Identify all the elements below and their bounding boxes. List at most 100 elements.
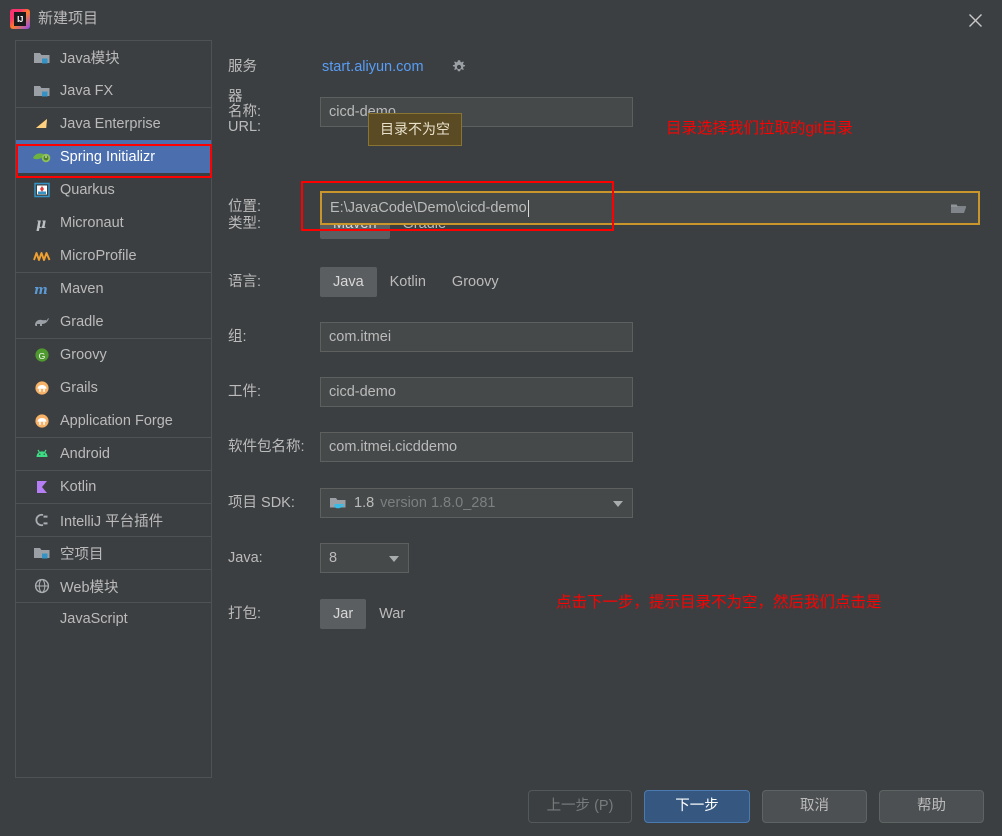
intellij-idea-icon: IJ (10, 9, 30, 29)
annotation-top: 目录选择我们拉取的git目录 (666, 120, 853, 137)
packaging-option-jar[interactable]: Jar (320, 599, 367, 629)
name-input[interactable]: cicd-demo (320, 97, 633, 127)
sidebar-item-javafx[interactable]: Java FX (16, 74, 211, 107)
sidebar-item-label: Kotlin (60, 479, 97, 495)
name-label: 名称: (228, 104, 262, 120)
project-type-list[interactable]: Java模块 Java FX Java Enterprise Spring In… (15, 40, 212, 778)
validation-tooltip: 目录不为空 (368, 113, 462, 146)
sidebar-item-java-enterprise[interactable]: Java Enterprise (16, 107, 211, 140)
close-icon[interactable] (956, 4, 994, 36)
android-icon (32, 444, 52, 464)
javafx-icon (32, 81, 52, 101)
sidebar-item-kotlin[interactable]: Kotlin (16, 470, 211, 503)
sidebar-item-web-module[interactable]: Web模块 (16, 569, 211, 602)
server-url-link[interactable]: start.aliyun.com (322, 52, 424, 82)
sidebar-item-empty-project[interactable]: 空项目 (16, 536, 211, 569)
project-settings-form: 服务器 URL: start.aliyun.com 名称: cicd-demo … (228, 40, 988, 780)
sidebar-item-label: Groovy (60, 347, 107, 363)
group-input[interactable]: com.itmei (320, 322, 633, 352)
help-button[interactable]: 帮助 (879, 790, 984, 823)
sidebar-item-label: IntelliJ 平台插件 (60, 513, 164, 530)
sidebar-item-label: Gradle (60, 313, 104, 330)
sidebar-item-label: Application Forge (60, 412, 173, 429)
page-title: 新建项目 (38, 10, 99, 27)
next-button[interactable]: 下一步 (644, 790, 750, 823)
microprofile-icon (32, 246, 52, 266)
sidebar-item-quarkus[interactable]: Quarkus (16, 173, 211, 206)
java-enterprise-icon (32, 114, 52, 134)
sidebar-item-label: Java Enterprise (60, 116, 161, 132)
packaging-label: 打包: (228, 606, 262, 622)
maven-icon: m (32, 279, 52, 299)
language-option-kotlin[interactable]: Kotlin (377, 267, 439, 297)
sidebar-item-javascript[interactable]: JavaScript (16, 602, 211, 635)
gradle-icon (32, 312, 52, 332)
cancel-button[interactable]: 取消 (762, 790, 867, 823)
intellij-plugin-icon (32, 510, 52, 530)
sidebar-item-microprofile[interactable]: MicroProfile (16, 239, 211, 272)
title-bar: IJ 新建项目 (0, 0, 1002, 38)
sidebar-item-spring-initializr[interactable]: Spring Initializr (16, 140, 211, 173)
web-module-icon (32, 576, 52, 596)
location-label: 位置: (228, 199, 262, 215)
jdk-folder-icon (329, 495, 347, 511)
sidebar-item-maven[interactable]: m Maven (16, 272, 211, 305)
sidebar-item-label: 空项目 (60, 546, 104, 563)
sidebar-item-intellij-plugin[interactable]: IntelliJ 平台插件 (16, 503, 211, 536)
language-option-java[interactable]: Java (320, 267, 377, 297)
micronaut-icon: μ (32, 213, 52, 233)
sidebar-item-grails[interactable]: Grails (16, 371, 211, 404)
dialog-button-bar: 上一步 (P) 下一步 取消 帮助 (0, 790, 1002, 836)
grails-icon (32, 378, 52, 398)
language-label: 语言: (228, 274, 262, 290)
java-module-icon (32, 48, 52, 68)
chevron-down-icon (613, 501, 623, 507)
svg-text:μ: μ (36, 216, 46, 231)
sidebar-item-gradle[interactable]: Gradle (16, 305, 211, 338)
spring-icon (32, 147, 52, 167)
project-sdk-label: 项目 SDK: (228, 495, 295, 511)
language-option-groovy[interactable]: Groovy (439, 267, 512, 297)
sidebar-item-label: MicroProfile (60, 247, 137, 264)
artifact-label: 工件: (228, 384, 262, 400)
gear-icon[interactable] (451, 59, 467, 75)
folder-open-icon[interactable] (950, 201, 968, 217)
back-button[interactable]: 上一步 (P) (528, 790, 632, 823)
quarkus-icon (32, 180, 52, 200)
location-input[interactable]: E:\JavaCode\Demo\cicd-demo (320, 191, 980, 225)
sidebar-item-label: Android (60, 446, 110, 462)
annotation-bottom: 点击下一步，提示目录不为空，然后我们点击是 (556, 594, 882, 611)
svg-text:G: G (39, 351, 46, 361)
sidebar-item-micronaut[interactable]: μ Micronaut (16, 206, 211, 239)
packaging-option-war[interactable]: War (366, 599, 418, 629)
sidebar-item-label: Quarkus (60, 181, 115, 198)
sidebar-item-android[interactable]: Android (16, 437, 211, 470)
text-caret (527, 199, 529, 217)
project-sdk-version: 1.8 (354, 495, 375, 511)
kotlin-icon (32, 477, 52, 497)
package-name-label: 软件包名称: (228, 439, 305, 455)
application-forge-icon (32, 411, 52, 431)
java-version-value: 8 (329, 550, 338, 566)
sidebar-item-label: JavaScript (60, 611, 128, 627)
packaging-segmented-control[interactable]: Jar War (320, 599, 418, 629)
location-input-value: E:\JavaCode\Demo\cicd-demo (330, 200, 527, 216)
sidebar-item-label: Java模块 (60, 51, 120, 67)
sidebar-item-label: Web模块 (60, 579, 119, 596)
sidebar-item-label: Maven (60, 281, 104, 297)
empty-project-icon (32, 543, 52, 563)
groovy-icon: G (32, 345, 52, 365)
language-segmented-control[interactable]: Java Kotlin Groovy (320, 267, 512, 297)
sidebar-item-label: Java FX (60, 82, 114, 99)
sidebar-item-label: Spring Initializr (60, 148, 156, 165)
sidebar-item-application-forge[interactable]: Application Forge (16, 404, 211, 437)
chevron-down-icon (389, 556, 399, 562)
project-sdk-detail: version 1.8.0_281 (380, 495, 496, 511)
artifact-input[interactable]: cicd-demo (320, 377, 633, 407)
java-version-select[interactable]: 8 (320, 543, 409, 573)
sidebar-item-java-module[interactable]: Java模块 (16, 41, 211, 74)
java-version-label: Java: (228, 550, 263, 566)
package-name-input[interactable]: com.itmei.cicddemo (320, 432, 633, 462)
sidebar-item-groovy[interactable]: G Groovy (16, 338, 211, 371)
project-sdk-select[interactable]: 1.8 version 1.8.0_281 (320, 488, 633, 518)
